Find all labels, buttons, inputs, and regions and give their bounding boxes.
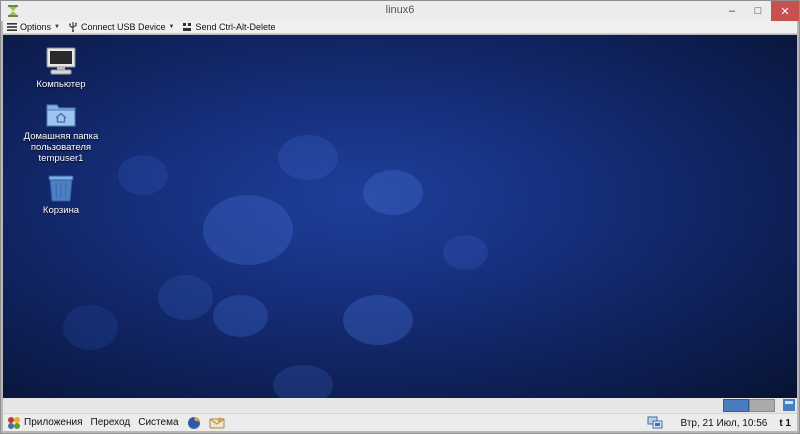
usb-label: Connect USB Device	[80, 22, 166, 32]
options-label: Options	[20, 22, 52, 32]
wallpaper-bokeh	[278, 135, 338, 180]
send-ctrl-alt-delete-button[interactable]: Send Ctrl-Alt-Delete	[178, 21, 279, 34]
window-list-icon[interactable]	[783, 399, 795, 411]
workspace-2-button[interactable]	[749, 399, 775, 412]
applications-menu-icon	[8, 416, 20, 429]
network-icon[interactable]	[647, 416, 663, 430]
system-menu[interactable]: Система	[134, 414, 182, 432]
places-menu[interactable]: Переход	[87, 414, 135, 432]
bottom-strip	[3, 398, 797, 413]
minimize-button[interactable]: –	[719, 1, 745, 21]
wallpaper-bokeh	[343, 295, 413, 345]
computer-icon	[46, 47, 76, 75]
chevron-down-icon: ▼	[54, 24, 60, 30]
wallpaper-bokeh	[63, 305, 118, 350]
applications-menu[interactable]: Приложения	[3, 414, 87, 432]
usb-device-button[interactable]: Connect USB Device ▼	[64, 21, 179, 34]
close-button[interactable]: ✕	[771, 1, 799, 21]
panel-tray: Втр, 21 Июл, 10:56 t 1	[647, 414, 798, 432]
wallpaper-bokeh	[363, 170, 423, 215]
vm-viewer-window: linux6 – □ ✕ Options ▼ Connect USB Devic…	[0, 0, 800, 434]
cad-label: Send Ctrl-Alt-Delete	[195, 22, 276, 32]
computer-desktop-icon[interactable]: Компьютер	[11, 45, 111, 90]
workspace-indicator[interactable]: t 1	[775, 418, 797, 429]
wallpaper-bokeh	[118, 155, 168, 195]
home-folder-icon	[46, 104, 76, 127]
trash-desktop-icon[interactable]: Корзина	[11, 173, 111, 216]
gnome-panel: Приложения Переход Система Втр, 21 Июл, …	[3, 413, 797, 431]
workspace-1-button[interactable]	[723, 399, 749, 412]
window-title: linux6	[385, 4, 415, 16]
guest-desktop[interactable]: Компьютер Домашняя папка пользователя te…	[3, 35, 797, 398]
desktop-icon-label: Компьютер	[36, 79, 86, 90]
trash-icon	[48, 175, 74, 202]
keyboard-icon	[183, 23, 192, 31]
title-bar: linux6 – □ ✕	[1, 1, 799, 21]
system-label: Система	[138, 417, 179, 428]
close-icon: ✕	[780, 5, 790, 18]
firefox-icon	[187, 416, 200, 429]
maximize-button[interactable]: □	[745, 1, 771, 21]
usb-icon	[69, 22, 77, 32]
desktop-icon-label: Домашняя папка пользователя tempuser1	[23, 131, 99, 164]
wallpaper-bokeh	[443, 235, 488, 270]
wallpaper-bokeh	[203, 195, 293, 265]
wallpaper-bokeh	[273, 365, 333, 398]
desktop-icon-label: Корзина	[42, 205, 80, 216]
firefox-launcher[interactable]	[183, 414, 205, 432]
applications-label: Приложения	[24, 417, 83, 428]
viewer-toolbar: Options ▼ Connect USB Device ▼ Send Ctrl…	[3, 21, 797, 34]
options-menu-button[interactable]: Options ▼	[3, 21, 64, 34]
maximize-icon: □	[754, 5, 762, 17]
chevron-down-icon: ▼	[168, 24, 175, 30]
wallpaper-bokeh	[158, 275, 213, 320]
minimize-icon: –	[728, 5, 736, 17]
panel-clock[interactable]: Втр, 21 Июл, 10:56	[673, 418, 776, 429]
hamburger-icon	[7, 23, 17, 31]
mail-launcher[interactable]	[205, 414, 229, 432]
home-folder-desktop-icon[interactable]: Домашняя папка пользователя tempuser1	[11, 99, 111, 164]
wallpaper-bokeh	[213, 295, 268, 337]
places-label: Переход	[90, 417, 131, 428]
mail-icon	[209, 417, 225, 428]
